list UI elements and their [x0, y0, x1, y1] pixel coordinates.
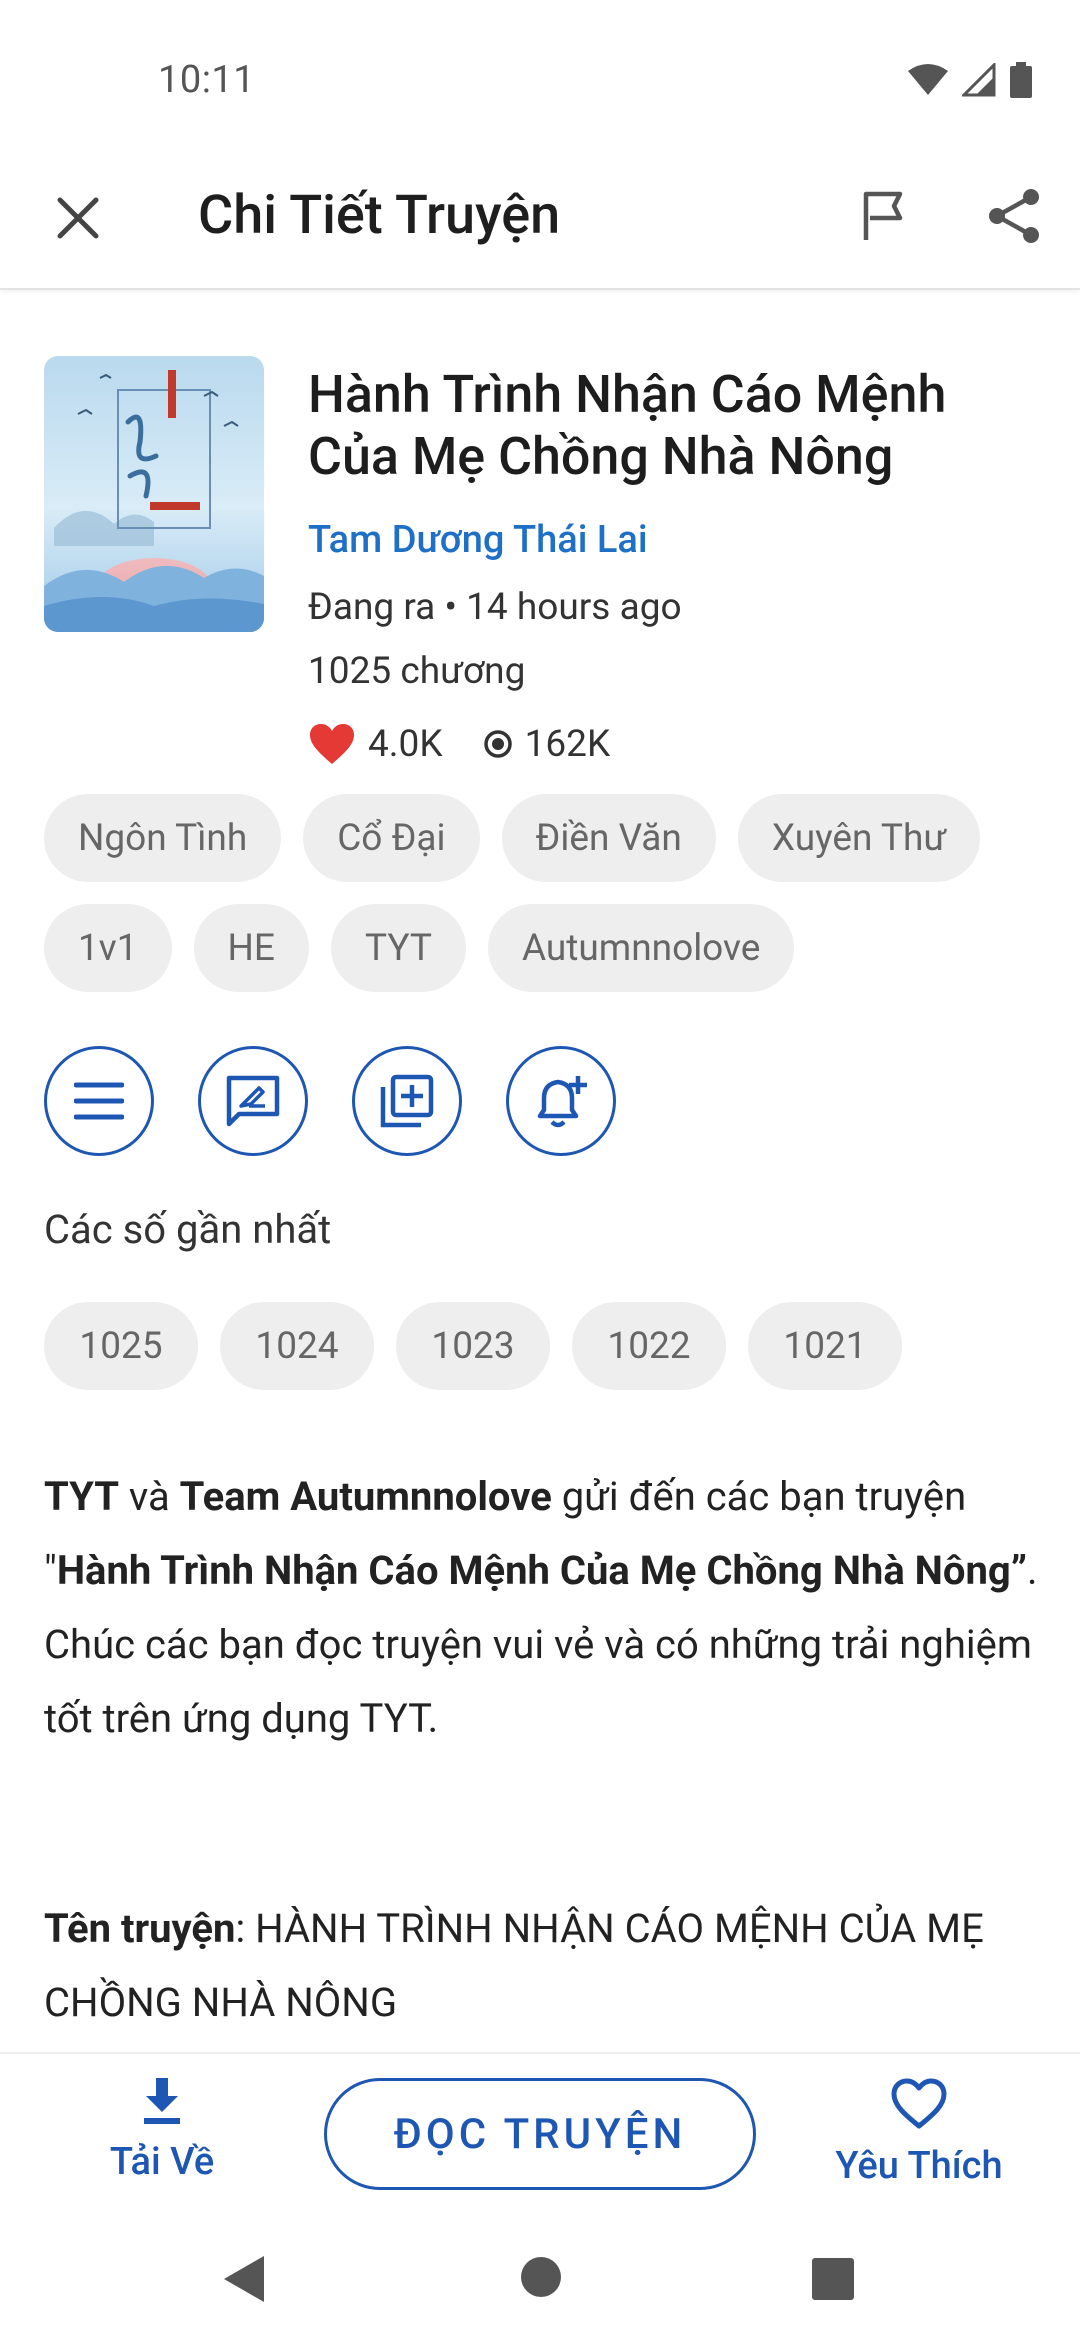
comment-button[interactable]: [198, 1046, 308, 1156]
download-button[interactable]: Tải Về: [100, 2078, 224, 2184]
chapter-count: 1025 chương: [308, 650, 526, 693]
close-icon: [57, 197, 99, 239]
favorite-button[interactable]: Yêu Thích: [826, 2078, 1012, 2188]
close-button[interactable]: [46, 186, 110, 250]
menu-icon: [74, 1082, 124, 1120]
view-count: 162K: [524, 722, 611, 766]
status-bar: 10:11: [0, 0, 1080, 150]
like-count: 4.0K: [368, 722, 443, 766]
tag-chip[interactable]: HE: [193, 904, 309, 992]
download-icon: [144, 2078, 180, 2124]
status-time: 10:11: [158, 58, 256, 102]
story-title: Hành Trình Nhận Cáo Mệnh Của Mẹ Chồng Nh…: [308, 364, 947, 487]
favorite-icon: [891, 2078, 947, 2129]
chapter-list-button[interactable]: [44, 1046, 154, 1156]
share-button[interactable]: [982, 184, 1046, 248]
tag-chip[interactable]: Autumnnolove: [487, 904, 795, 992]
download-label: Tải Về: [109, 2140, 215, 2184]
tag-chip[interactable]: TYT: [330, 904, 466, 992]
tag-chip[interactable]: Ngôn Tình: [44, 794, 282, 882]
nav-back-icon[interactable]: [222, 2254, 266, 2304]
desc-bold: TYT: [44, 1473, 119, 1520]
app-bar: Chi Tiết Truyện: [0, 150, 1080, 290]
chapter-chip[interactable]: 1023: [396, 1302, 550, 1390]
tag-chip[interactable]: Cổ Đại: [303, 794, 480, 882]
share-icon: [989, 189, 1039, 243]
chapter-chip[interactable]: 1022: [572, 1302, 726, 1390]
notify-button[interactable]: [506, 1046, 616, 1156]
favorite-label: Yêu Thích: [835, 2144, 1003, 2188]
desc-bold: Hành Trình Nhận Cáo Mệnh Của Mẹ Chồng Nh…: [56, 1547, 1028, 1594]
desc-bold: Team Autumnnolove: [179, 1473, 552, 1520]
author-link[interactable]: Tam Dương Thái Lai: [308, 518, 648, 562]
nav-recents-icon[interactable]: [812, 2258, 854, 2300]
story-stats: 4.0K 162K: [308, 722, 610, 766]
battery-icon: [1010, 62, 1032, 98]
flag-icon: [863, 191, 903, 240]
page-title: Chi Tiết Truyện: [198, 184, 561, 247]
tag-chip[interactable]: Điền Văn: [501, 794, 716, 882]
action-buttons: [44, 1046, 616, 1156]
story-description: TYT và Team Autumnnolove gửi đến các bạn…: [44, 1460, 1044, 1756]
bottom-action-bar: Tải Về ĐỌC TRUYỆN Yêu Thích: [0, 2052, 1080, 2232]
report-button[interactable]: [852, 184, 916, 248]
signal-icon: [962, 63, 996, 97]
eye-icon: [483, 730, 512, 758]
tag-list: Ngôn Tình Cổ Đại Điền Văn Xuyên Thư 1v1 …: [44, 794, 1044, 992]
desc-bold: Tên truyện: [44, 1905, 236, 1952]
heart-icon: [310, 724, 354, 764]
tag-chip[interactable]: 1v1: [44, 904, 172, 992]
read-story-button[interactable]: ĐỌC TRUYỆN: [324, 2078, 756, 2190]
add-library-icon: [380, 1074, 434, 1128]
comment-icon: [226, 1075, 280, 1127]
bell-plus-icon: [537, 1076, 587, 1128]
recent-chapters-label: Các số gần nhất: [44, 1206, 332, 1253]
chapter-chip[interactable]: 1021: [748, 1302, 902, 1390]
nav-home-icon[interactable]: [520, 2256, 562, 2298]
cover-illustration: [44, 356, 264, 632]
status-icons: [908, 62, 1032, 98]
recent-chapters-list: 1025 1024 1023 1022 1021: [44, 1302, 902, 1390]
story-status: Đang ra • 14 hours ago: [308, 586, 682, 629]
desc-text: và: [118, 1473, 180, 1520]
chapter-chip[interactable]: 1024: [220, 1302, 374, 1390]
tag-chip[interactable]: Xuyên Thư: [737, 794, 981, 882]
system-nav-bar: [0, 2232, 1080, 2340]
story-name-paragraph: Tên truyện: HÀNH TRÌNH NHẬN CÁO MỆNH CỦA…: [44, 1892, 1044, 2040]
story-cover-image[interactable]: [44, 356, 264, 632]
chapter-chip[interactable]: 1025: [44, 1302, 198, 1390]
add-to-library-button[interactable]: [352, 1046, 462, 1156]
wifi-icon: [908, 64, 948, 95]
